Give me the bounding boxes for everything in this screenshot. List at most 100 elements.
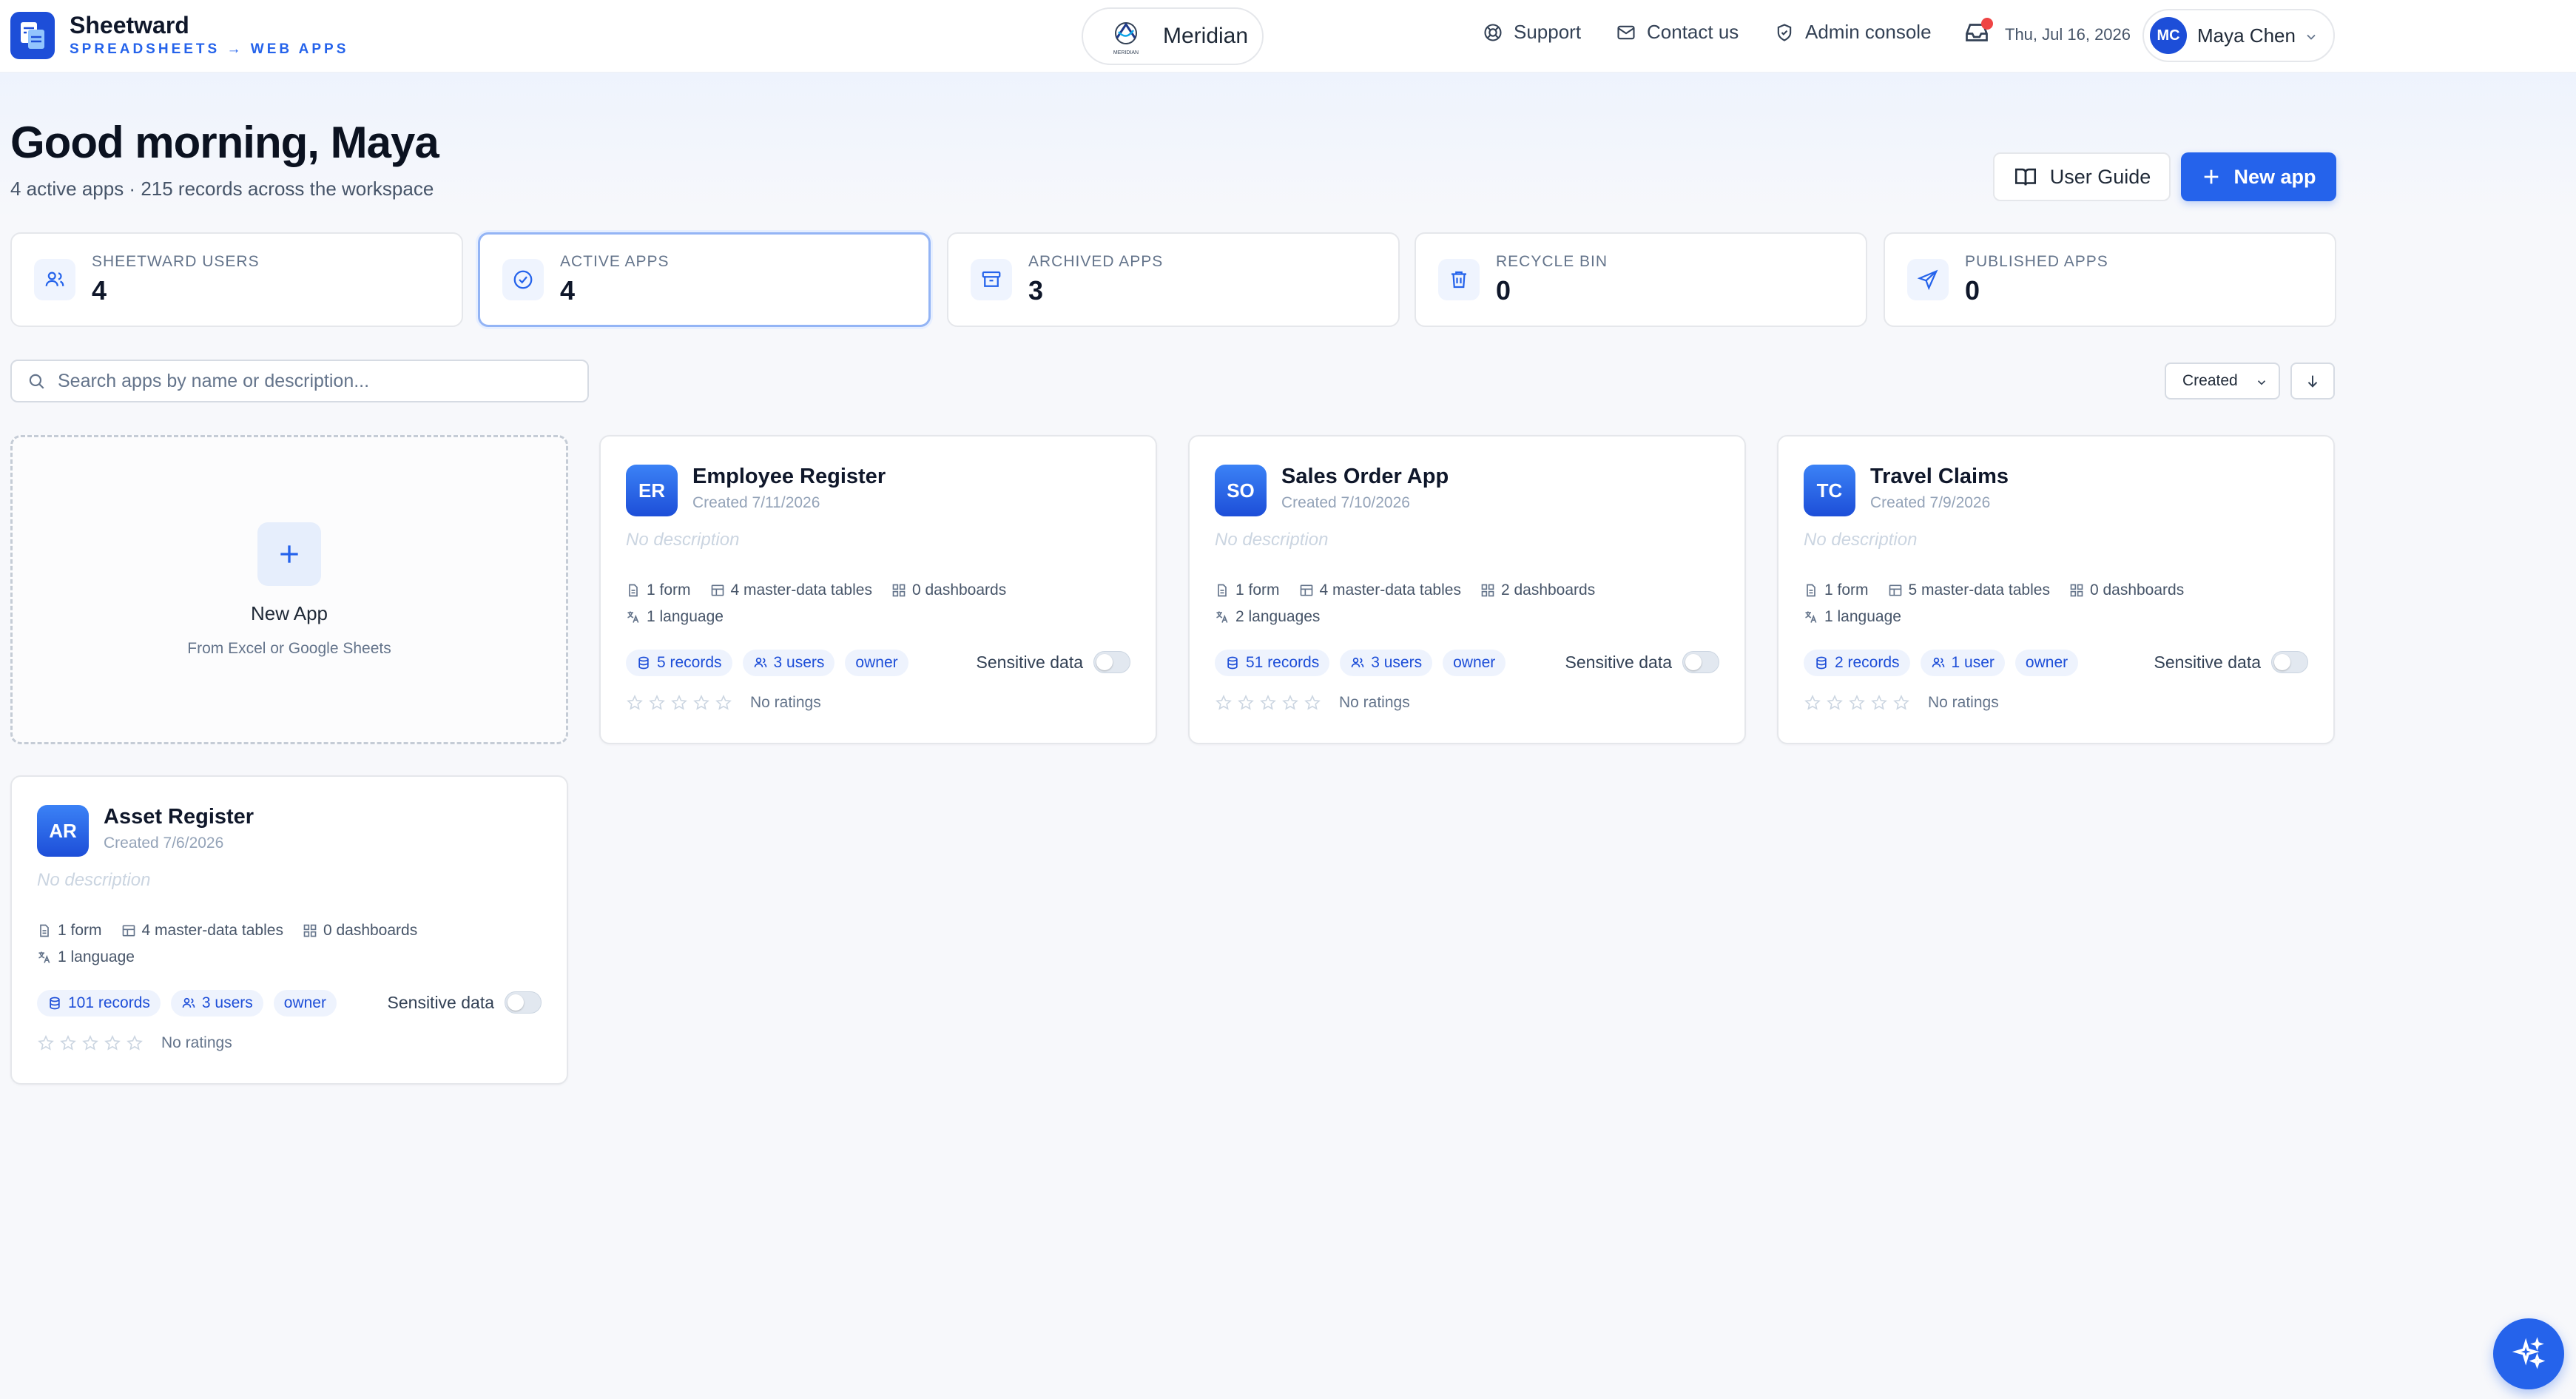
star-rating[interactable] — [1804, 694, 1915, 712]
app-name[interactable]: Sales Order App — [1281, 465, 1449, 489]
users-icon — [182, 997, 195, 1008]
user-menu[interactable]: MC Maya Chen — [2142, 9, 2335, 62]
star-icon — [627, 695, 643, 710]
users-label: 3 users — [201, 994, 253, 1011]
file-icon — [1218, 584, 1227, 597]
users-icon — [34, 259, 75, 300]
sort-selected-label: Created — [2182, 372, 2238, 389]
tables-label: 4 master-data tables — [1319, 581, 1461, 599]
language-icon — [627, 611, 639, 623]
role-chip: owner — [273, 990, 337, 1017]
stat-published-apps[interactable]: PUBLISHED APPS 0 — [1884, 232, 2336, 327]
ratings-label: No ratings — [1339, 694, 1410, 711]
app-card[interactable]: ER Employee Register Created 7/11/2026 N… — [599, 435, 1157, 744]
new-app-card[interactable]: New App From Excel or Google Sheets — [10, 435, 568, 744]
nav-contact-label: Contact us — [1647, 21, 1739, 43]
chevron-down-icon — [2257, 380, 2266, 385]
nav-admin-label: Admin console — [1805, 21, 1932, 43]
notification-dot — [1981, 18, 1993, 30]
forms-label: 1 form — [1824, 581, 1869, 599]
records-chip[interactable]: 101 records — [37, 990, 161, 1017]
records-chip[interactable]: 2 records — [1804, 650, 1910, 676]
app-name[interactable]: Employee Register — [692, 465, 886, 489]
records-label: 101 records — [68, 994, 150, 1011]
dashboard-icon — [2070, 584, 2083, 597]
stat-sheetward-users[interactable]: SHEETWARD USERS 4 — [10, 232, 463, 327]
app-description: No description — [37, 870, 151, 890]
new-app-card-title: New App — [250, 601, 328, 624]
nav-contact[interactable]: Contact us — [1616, 21, 1739, 44]
users-chip[interactable]: 3 users — [742, 650, 835, 676]
org-name: Meridian — [1163, 24, 1249, 48]
forms-count: 1 form — [37, 922, 102, 940]
users-chip[interactable]: 3 users — [1340, 650, 1433, 676]
meridian-logo-icon: MERIDIAN — [1113, 22, 1139, 55]
page-subtitle: 4 active apps · 215 records across the w… — [10, 178, 434, 200]
stat-active-apps[interactable]: ACTIVE APPS 4 — [478, 232, 931, 327]
star-icon — [1893, 695, 1909, 710]
nav-admin-console[interactable]: Admin console — [1774, 21, 1932, 44]
file-icon — [1807, 584, 1815, 597]
records-label: 5 records — [657, 654, 722, 671]
app-name[interactable]: Travel Claims — [1870, 465, 2009, 489]
role-label: owner — [855, 654, 898, 671]
star-icon — [60, 1035, 76, 1051]
app-badge: TC — [1804, 465, 1855, 516]
nav-support[interactable]: Support — [1483, 21, 1581, 44]
sheetward-logo-icon — [10, 12, 55, 59]
app-card[interactable]: AR Asset Register Created 7/6/2026 No de… — [10, 775, 568, 1085]
dashboards-label: 2 dashboards — [1500, 581, 1596, 599]
user-guide-button[interactable]: User Guide — [1993, 152, 2171, 201]
notifications-button[interactable] — [1963, 18, 1993, 50]
lifebuoy-icon — [1484, 23, 1502, 41]
star-rating[interactable] — [626, 694, 737, 712]
stat-recycle-bin[interactable]: RECYCLE BIN 0 — [1415, 232, 1867, 327]
stat-label: RECYCLE BIN — [1496, 253, 1608, 270]
app-created-date: Created 7/10/2026 — [1281, 494, 1410, 511]
app-created-date: Created 7/6/2026 — [104, 835, 224, 852]
stat-label: ACTIVE APPS — [560, 253, 670, 270]
brand[interactable]: Sheetward SPREADSHEETS → WEB APPS — [10, 12, 348, 59]
stat-value: 3 — [1028, 275, 1044, 306]
sensitive-data-toggle[interactable] — [505, 991, 542, 1014]
dashboards-count: 0 dashboards — [2069, 581, 2184, 599]
sensitive-data-toggle[interactable] — [2271, 651, 2308, 673]
sensitive-data-label: Sensitive data — [387, 992, 494, 1012]
tables-count: 4 master-data tables — [1299, 581, 1461, 599]
sensitive-data-toggle[interactable] — [1682, 651, 1719, 673]
users-chip[interactable]: 3 users — [170, 990, 263, 1017]
table-icon — [1889, 584, 1901, 596]
star-icon — [693, 695, 709, 710]
languages-count: 1 language — [1804, 608, 1901, 626]
records-chip[interactable]: 51 records — [1215, 650, 1330, 676]
star-icon — [1304, 695, 1321, 710]
org-switcher[interactable]: MERIDIAN Meridian — [1082, 7, 1264, 65]
app-card[interactable]: SO Sales Order App Created 7/10/2026 No … — [1188, 435, 1746, 744]
languages-label: 1 language — [1824, 608, 1901, 625]
new-app-button[interactable]: New app — [2181, 152, 2336, 201]
tables-count: 4 master-data tables — [710, 581, 872, 599]
sensitive-data-label: Sensitive data — [1565, 652, 1672, 672]
star-rating[interactable] — [1215, 694, 1326, 712]
stat-archived-apps[interactable]: ARCHIVED APPS 3 — [947, 232, 1400, 327]
users-chip[interactable]: 1 user — [1920, 650, 2005, 676]
sensitive-data-toggle[interactable] — [1093, 651, 1130, 673]
stat-label: ARCHIVED APPS — [1028, 253, 1164, 270]
app-name[interactable]: Asset Register — [104, 805, 254, 829]
star-icon — [1849, 695, 1865, 710]
role-label: owner — [2025, 654, 2068, 671]
languages-label: 1 language — [647, 608, 724, 625]
app-card[interactable]: TC Travel Claims Created 7/9/2026 No des… — [1777, 435, 2335, 744]
languages-count: 1 language — [37, 948, 135, 966]
users-label: 3 users — [773, 654, 825, 671]
sort-select[interactable]: Created — [2165, 363, 2280, 400]
ai-assistant-button[interactable] — [2493, 1318, 2564, 1389]
dashboards-count: 0 dashboards — [891, 581, 1006, 599]
records-chip[interactable]: 5 records — [626, 650, 732, 676]
user-guide-label: User Guide — [2049, 165, 2151, 188]
search-input[interactable] — [56, 369, 559, 393]
search-box[interactable] — [10, 360, 589, 402]
star-rating[interactable] — [37, 1034, 148, 1052]
plus-icon — [2205, 169, 2219, 184]
sort-direction-button[interactable] — [2290, 363, 2335, 400]
